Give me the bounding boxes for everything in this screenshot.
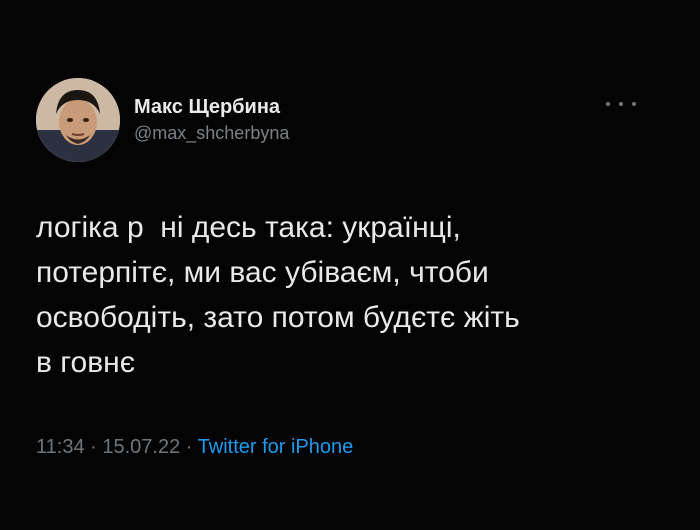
tweet-card: Макс Щербина @max_shcherbyna логіка р ні… (0, 0, 700, 530)
author-display-name[interactable]: Макс Щербина (134, 95, 289, 119)
avatar[interactable] (36, 78, 120, 162)
meta-separator: · (180, 436, 198, 458)
tweet-meta: 11:34 · 15.07.22 · Twitter for iPhone (36, 434, 353, 460)
tweet-source-link[interactable]: Twitter for iPhone (198, 436, 354, 458)
tweet-text: логіка р ні десь така: українці, потерпі… (36, 211, 520, 379)
tweet-date[interactable]: 15.07.22 (102, 436, 180, 458)
more-dot (632, 102, 636, 106)
meta-separator: · (84, 436, 103, 458)
tweet-header: Макс Щербина @max_shcherbyna (36, 78, 289, 162)
more-dot (606, 102, 610, 106)
profile-photo-icon (36, 78, 120, 162)
author-names: Макс Щербина @max_shcherbyna (134, 95, 289, 145)
tweet-time[interactable]: 11:34 (36, 436, 85, 458)
author-handle[interactable]: @max_shcherbyna (134, 121, 289, 145)
more-dot (619, 102, 623, 106)
ellipsis-icon[interactable] (606, 96, 636, 112)
